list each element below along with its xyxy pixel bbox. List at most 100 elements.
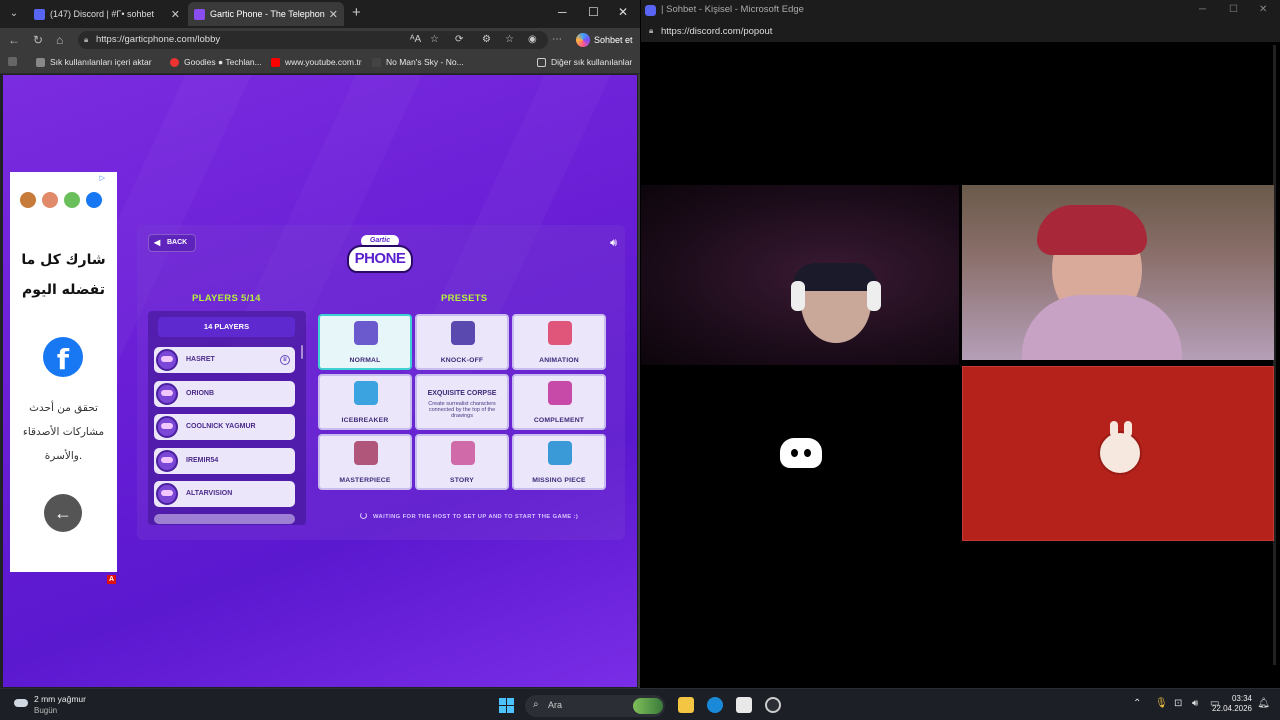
cricket-icon xyxy=(42,192,58,208)
notification-bell-icon[interactable]: 🔔︎ xyxy=(1257,698,1270,709)
discord-app-icon xyxy=(645,5,656,16)
app-icon[interactable] xyxy=(765,697,781,713)
player-row-partial xyxy=(154,514,295,524)
bookmark-nms[interactable]: No Man's Sky - No... xyxy=(372,57,464,67)
lock-icon: 🔒︎ xyxy=(649,26,654,35)
headphone-left xyxy=(791,281,805,311)
bookmark-label: Diğer sık kullanılanlar xyxy=(551,57,633,67)
copilot-chat-label: Sohbet et xyxy=(594,35,633,45)
masterpiece-preset-icon xyxy=(354,441,378,465)
bookmark-other[interactable]: Diğer sık kullanılanlar xyxy=(537,57,632,67)
new-tab-icon[interactable]: + xyxy=(352,4,361,21)
video-tile-no-camera[interactable] xyxy=(641,366,959,541)
close-tab-icon[interactable]: ✕ xyxy=(329,8,338,21)
ad-badge-icon: A xyxy=(107,575,116,584)
discord-popout-window: | Sohbet - Kişisel - Microsoft Edge ─ ☐ … xyxy=(641,0,1280,688)
taskbar-search[interactable]: ⌕ Ara xyxy=(525,695,665,717)
preset-normal[interactable]: NORMAL xyxy=(318,314,412,370)
store-icon[interactable] xyxy=(736,697,752,713)
player-name: COOLNICK YAGMUR xyxy=(186,423,256,430)
ad-icons-row xyxy=(20,192,102,208)
bookmark-label: Goodies ● Techlan... xyxy=(184,57,262,67)
profile-icon[interactable]: ◉ xyxy=(528,34,537,45)
bookmark-youtube[interactable]: www.youtube.com.tr xyxy=(271,57,362,67)
discord-address-bar: 🔒︎ https://discord.com/popout xyxy=(641,22,1280,42)
player-count-select[interactable]: 14 PLAYERS xyxy=(158,317,295,337)
player-name: ORIONB xyxy=(186,390,214,397)
volume-icon[interactable]: 🔊︎ xyxy=(1192,698,1198,709)
avatar xyxy=(156,383,178,405)
favorite-star-icon[interactable]: ☆ xyxy=(430,34,439,45)
edge-browser-icon[interactable] xyxy=(707,697,723,713)
favorites-icon[interactable]: ☆ xyxy=(505,34,514,45)
preset-icebreaker[interactable]: ICEBREAKER xyxy=(318,374,412,430)
url-text[interactable]: https://discord.com/popout xyxy=(661,26,772,37)
search-highlight-image xyxy=(633,698,663,714)
close-tab-icon[interactable]: ✕ xyxy=(171,8,180,21)
home-icon[interactable]: ⌂ xyxy=(56,33,63,47)
tab-actions-icon[interactable]: ⌄ xyxy=(6,6,22,22)
preset-label: KNOCK-OFF xyxy=(440,357,484,364)
preset-knock-off[interactable]: KNOCK-OFF xyxy=(415,314,509,370)
minimize-icon[interactable]: ─ xyxy=(1199,4,1206,15)
maximize-icon[interactable]: ☐ xyxy=(588,5,599,19)
bookmark-import[interactable]: Sık kullanılanları içeri aktar xyxy=(36,57,152,67)
ad-body: مشاركات الأصدقاء xyxy=(22,426,105,438)
gartic-phone-logo: Gartic PHONE xyxy=(347,235,413,277)
ad-headline: شارك كل ما xyxy=(21,252,106,268)
preset-animation[interactable]: ANIMATION xyxy=(512,314,606,370)
back-button[interactable]: ◀ BACK xyxy=(148,234,196,252)
bookmark-label: No Man's Sky - No... xyxy=(386,57,464,67)
preset-story[interactable]: STORY xyxy=(415,434,509,490)
video-tile-participant[interactable] xyxy=(962,185,1274,360)
tray-chevron-icon[interactable]: ⌃ xyxy=(1133,698,1141,709)
file-explorer-icon[interactable] xyxy=(678,697,694,713)
clock[interactable]: 03:34 22.04.2026 xyxy=(1212,694,1252,714)
url-input[interactable]: 🔒︎ https://garticphone.com/lobby xyxy=(78,31,548,49)
knock-off-preset-icon xyxy=(451,321,475,345)
player-row: COOLNICK YAGMUR xyxy=(154,414,295,440)
puzzle-icon[interactable]: ⚙ xyxy=(482,34,491,45)
weather-text[interactable]: 2 mm yağmur xyxy=(34,694,86,704)
start-menu-icon[interactable] xyxy=(499,698,514,713)
bookmarks-bar: Sık kullanılanları içeri aktar Goodies ●… xyxy=(0,52,640,74)
bookmark-goodies[interactable]: Goodies ● Techlan... xyxy=(170,57,262,67)
read-aloud-icon[interactable]: ᴬA xyxy=(410,34,421,45)
ad-banner[interactable]: ▷ شارك كل ما تفضله اليوم f تحقق من أحدث … xyxy=(10,172,117,572)
tab-discord[interactable]: (147) Discord | #Γ• sohbet ✕ xyxy=(28,2,186,26)
preset-complement[interactable]: COMPLEMENT xyxy=(512,374,606,430)
taskbar: 2 mm yağmur Bugün ⌕ Ara ⌃ 🎙︎ ⊡ 🔊︎ ▭ 03:3… xyxy=(0,688,1280,720)
maximize-icon[interactable]: ☐ xyxy=(1229,4,1238,15)
reload-icon[interactable]: ↻ xyxy=(33,33,43,47)
bookmark-sidebar-icon[interactable] xyxy=(8,57,22,66)
video-tile-avatar[interactable] xyxy=(962,366,1274,541)
mic-icon[interactable]: 🎙︎ xyxy=(1155,698,1168,709)
close-window-icon[interactable]: ✕ xyxy=(1259,4,1267,15)
players-scrollbar[interactable] xyxy=(301,345,303,359)
loading-spinner-icon xyxy=(360,512,367,519)
player-row: HASRET ♛ xyxy=(154,347,295,373)
close-window-icon[interactable]: ✕ xyxy=(618,5,628,19)
more-icon[interactable]: ⋯ xyxy=(552,34,562,45)
preset-missing-piece[interactable]: MISSING PIECE xyxy=(512,434,606,490)
complement-preset-icon xyxy=(548,381,572,405)
tab-gartic[interactable]: Gartic Phone - The Telephone Gar ✕ xyxy=(188,2,344,26)
video-tile-streamer[interactable] xyxy=(641,185,959,365)
player-row: ORIONB xyxy=(154,381,295,407)
ad-arrow-button[interactable]: ← xyxy=(44,494,82,532)
preset-masterpiece[interactable]: MASTERPIECE xyxy=(318,434,412,490)
sweater xyxy=(1022,295,1182,360)
adchoices-icon[interactable]: ▷ xyxy=(100,174,105,182)
basketball-icon xyxy=(20,192,36,208)
weather-icon[interactable] xyxy=(12,697,28,711)
minimize-icon[interactable]: ─ xyxy=(558,5,567,19)
sound-icon[interactable]: 🔊︎ xyxy=(610,237,617,250)
back-nav-icon[interactable]: ← xyxy=(8,33,20,47)
player-row: IREMIR54 xyxy=(154,448,295,474)
network-icon[interactable]: ⊡ xyxy=(1174,698,1182,709)
extensions-icon[interactable]: ⟳ xyxy=(455,34,463,45)
host-crown-icon: ♛ xyxy=(280,355,290,365)
copilot-chat-button[interactable]: Sohbet et xyxy=(574,32,633,48)
preset-exquisite-corpse[interactable]: EXQUISITE CORPSE Create surrealist chara… xyxy=(415,374,509,430)
avatar xyxy=(156,483,178,505)
